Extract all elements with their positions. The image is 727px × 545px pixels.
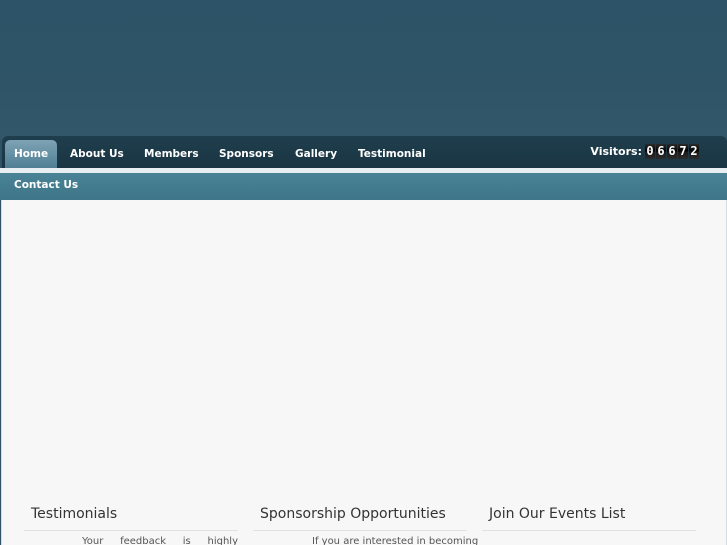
counter-digit: 6 <box>656 143 666 159</box>
counter-digit: 6 <box>667 143 677 159</box>
sponsorship-heading: Sponsorship Opportunities <box>260 506 446 522</box>
sponsorship-text: If you are interested in becoming <box>312 536 479 545</box>
testimonials-heading: Testimonials <box>31 506 118 522</box>
counter-digit: 0 <box>645 143 655 159</box>
nav-gallery[interactable]: Gallery <box>286 140 346 168</box>
header-banner <box>0 0 727 140</box>
counter-digit: 7 <box>678 143 688 159</box>
secondary-navigation: Contact Us <box>0 173 727 200</box>
events-heading: Join Our Events List <box>489 506 626 522</box>
section-divider <box>482 530 696 531</box>
section-divider <box>253 530 467 531</box>
testimonials-text: Your feedback is highly <box>82 536 238 545</box>
nav-members[interactable]: Members <box>135 140 208 168</box>
main-navigation: Home About Us Members Sponsors Gallery T… <box>2 136 727 168</box>
section-divider <box>24 530 238 531</box>
visitors-label: Visitors: <box>590 144 642 158</box>
nav-home[interactable]: Home <box>5 140 58 168</box>
events-section: Join Our Events List <box>482 504 696 531</box>
nav-about-us[interactable]: About Us <box>61 140 133 168</box>
counter-digit: 2 <box>689 143 699 159</box>
testimonials-section: Testimonials Your feedback is highly <box>24 504 238 545</box>
nav-sponsors[interactable]: Sponsors <box>210 140 283 168</box>
nav-testimonial[interactable]: Testimonial <box>349 140 435 168</box>
nav-contact-us[interactable]: Contact Us <box>6 173 86 197</box>
sponsorship-section: Sponsorship Opportunities If you are int… <box>253 504 479 545</box>
main-content: Testimonials Your feedback is highly Spo… <box>1 200 727 545</box>
counter-digits: 0 6 6 7 2 <box>645 143 699 159</box>
visitor-counter: Visitors: 0 6 6 7 2 <box>590 141 699 161</box>
